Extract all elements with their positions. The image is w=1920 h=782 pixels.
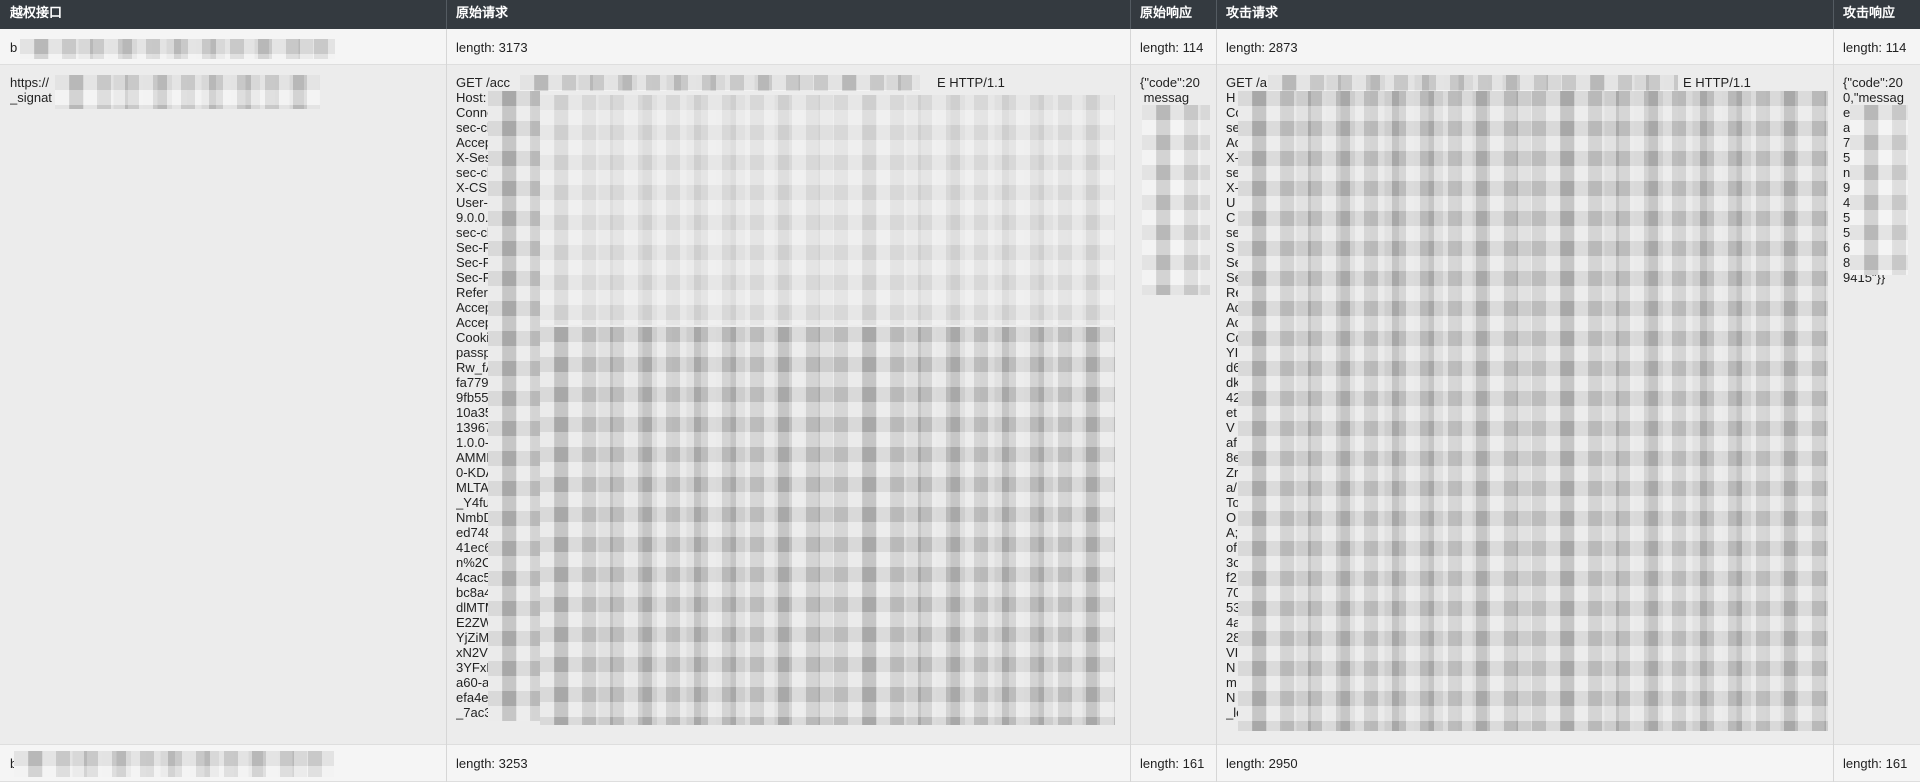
column-header-attack-request: 攻击请求 <box>1226 5 1279 20</box>
attack-response-length: length: 114 <box>1843 40 1907 55</box>
redacted-text <box>540 327 1115 725</box>
redacted-text <box>1268 75 1678 91</box>
redacted-text <box>520 75 920 91</box>
table-row[interactable]: https:// _signat GET /acc Host: Conne se… <box>0 65 1920 745</box>
original-request-protocol: E HTTP/1.1 <box>937 75 1005 90</box>
column-divider <box>1833 29 1834 782</box>
header-divider <box>1216 0 1217 29</box>
column-divider <box>1216 29 1217 782</box>
attack-request-length: length: 2873 <box>1226 40 1298 55</box>
redacted-text <box>488 91 540 721</box>
header-divider <box>1833 0 1834 29</box>
results-table: 越权接口 原始请求 原始响应 攻击请求 攻击响应 b length: 3173 … <box>0 0 1920 782</box>
column-header-attack-response: 攻击响应 <box>1843 5 1896 20</box>
redacted-text <box>14 751 334 777</box>
header-divider <box>1130 0 1131 29</box>
table-row[interactable]: b length: 3173 length: 114 length: 2873 … <box>0 29 1920 65</box>
attack-request-protocol: E HTTP/1.1 <box>1683 75 1751 90</box>
header-divider <box>446 0 447 29</box>
table-row[interactable]: b length: 3253 length: 161 length: 2950 … <box>0 745 1920 782</box>
attack-request-length: length: 2950 <box>1226 756 1298 771</box>
original-response-length: length: 161 <box>1140 756 1205 771</box>
column-header-original-response: 原始响应 <box>1140 5 1193 20</box>
redacted-text <box>1850 105 1908 275</box>
redacted-text <box>55 75 320 109</box>
original-response-length: length: 114 <box>1140 40 1204 55</box>
redacted-text <box>1238 91 1828 731</box>
redacted-text <box>540 95 1115 325</box>
column-divider <box>446 29 447 782</box>
table-header: 越权接口 原始请求 原始响应 攻击请求 攻击响应 <box>0 0 1920 29</box>
column-header-endpoint: 越权接口 <box>10 5 63 20</box>
column-header-original-request: 原始请求 <box>456 5 509 20</box>
attack-response-length: length: 161 <box>1843 756 1908 771</box>
redacted-text <box>20 39 335 59</box>
column-divider <box>1130 29 1131 782</box>
redacted-text <box>1142 105 1210 295</box>
original-request-length: length: 3173 <box>456 40 528 55</box>
original-request-length: length: 3253 <box>456 756 528 771</box>
